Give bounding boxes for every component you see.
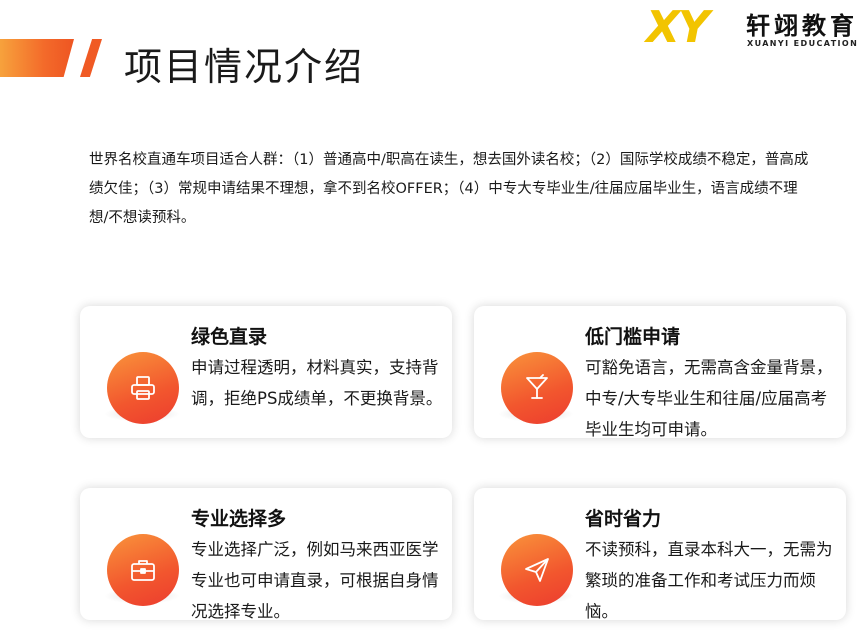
- logo-mark: XY: [646, 2, 710, 53]
- card-title: 低门槛申请: [585, 326, 681, 348]
- page-title: 项目情况介绍: [124, 45, 365, 89]
- printer-icon: [107, 352, 179, 424]
- card-description: 专业选择广泛，例如马来西亚医学专业也可申请直录，可根据自身情况选择专业。: [191, 540, 439, 621]
- logo-chinese-name: 轩翊教育: [746, 12, 858, 40]
- feature-card-save-time: 省时省力 不读预科，直录本科大一，无需为繁琐的准备工作和考试压力而烦恼。: [474, 488, 846, 621]
- header-accent-slash: [80, 39, 102, 77]
- card-description: 可豁免语言，无需高含金量背景，中专/大专毕业生和往届/应届高考毕业生均可申请。: [585, 358, 833, 439]
- paper-plane-icon: [501, 534, 573, 606]
- header-accent-bar: [0, 39, 74, 77]
- cocktail-glass-icon: [501, 352, 573, 424]
- feature-card-low-threshold: 低门槛申请 可豁免语言，无需高含金量背景，中专/大专毕业生和往届/应届高考毕业生…: [474, 306, 846, 439]
- card-title: 绿色直录: [191, 326, 268, 348]
- card-title: 专业选择多: [191, 508, 287, 530]
- brand-logo: XY 轩翊教育 XUANYI EDUCATION: [646, 6, 858, 52]
- card-description: 不读预科，直录本科大一，无需为繁琐的准备工作和考试压力而烦恼。: [585, 540, 833, 621]
- feature-card-green-admission: 绿色直录 申请过程透明，材料真实，支持背调，拒绝PS成绩单，不更换背景。: [80, 306, 452, 438]
- logo-english-name: XUANYI EDUCATION: [747, 39, 859, 48]
- card-title: 省时省力: [585, 508, 662, 530]
- feature-card-many-majors: 专业选择多 专业选择广泛，例如马来西亚医学专业也可申请直录，可根据自身情况选择专…: [80, 488, 452, 621]
- card-description: 申请过程透明，材料真实，支持背调，拒绝PS成绩单，不更换背景。: [191, 358, 443, 408]
- intro-paragraph: 世界名校直通车项目适合人群：（1）普通高中/职高在读生，想去国外读名校；（2）国…: [89, 152, 809, 226]
- briefcase-icon: [107, 534, 179, 606]
